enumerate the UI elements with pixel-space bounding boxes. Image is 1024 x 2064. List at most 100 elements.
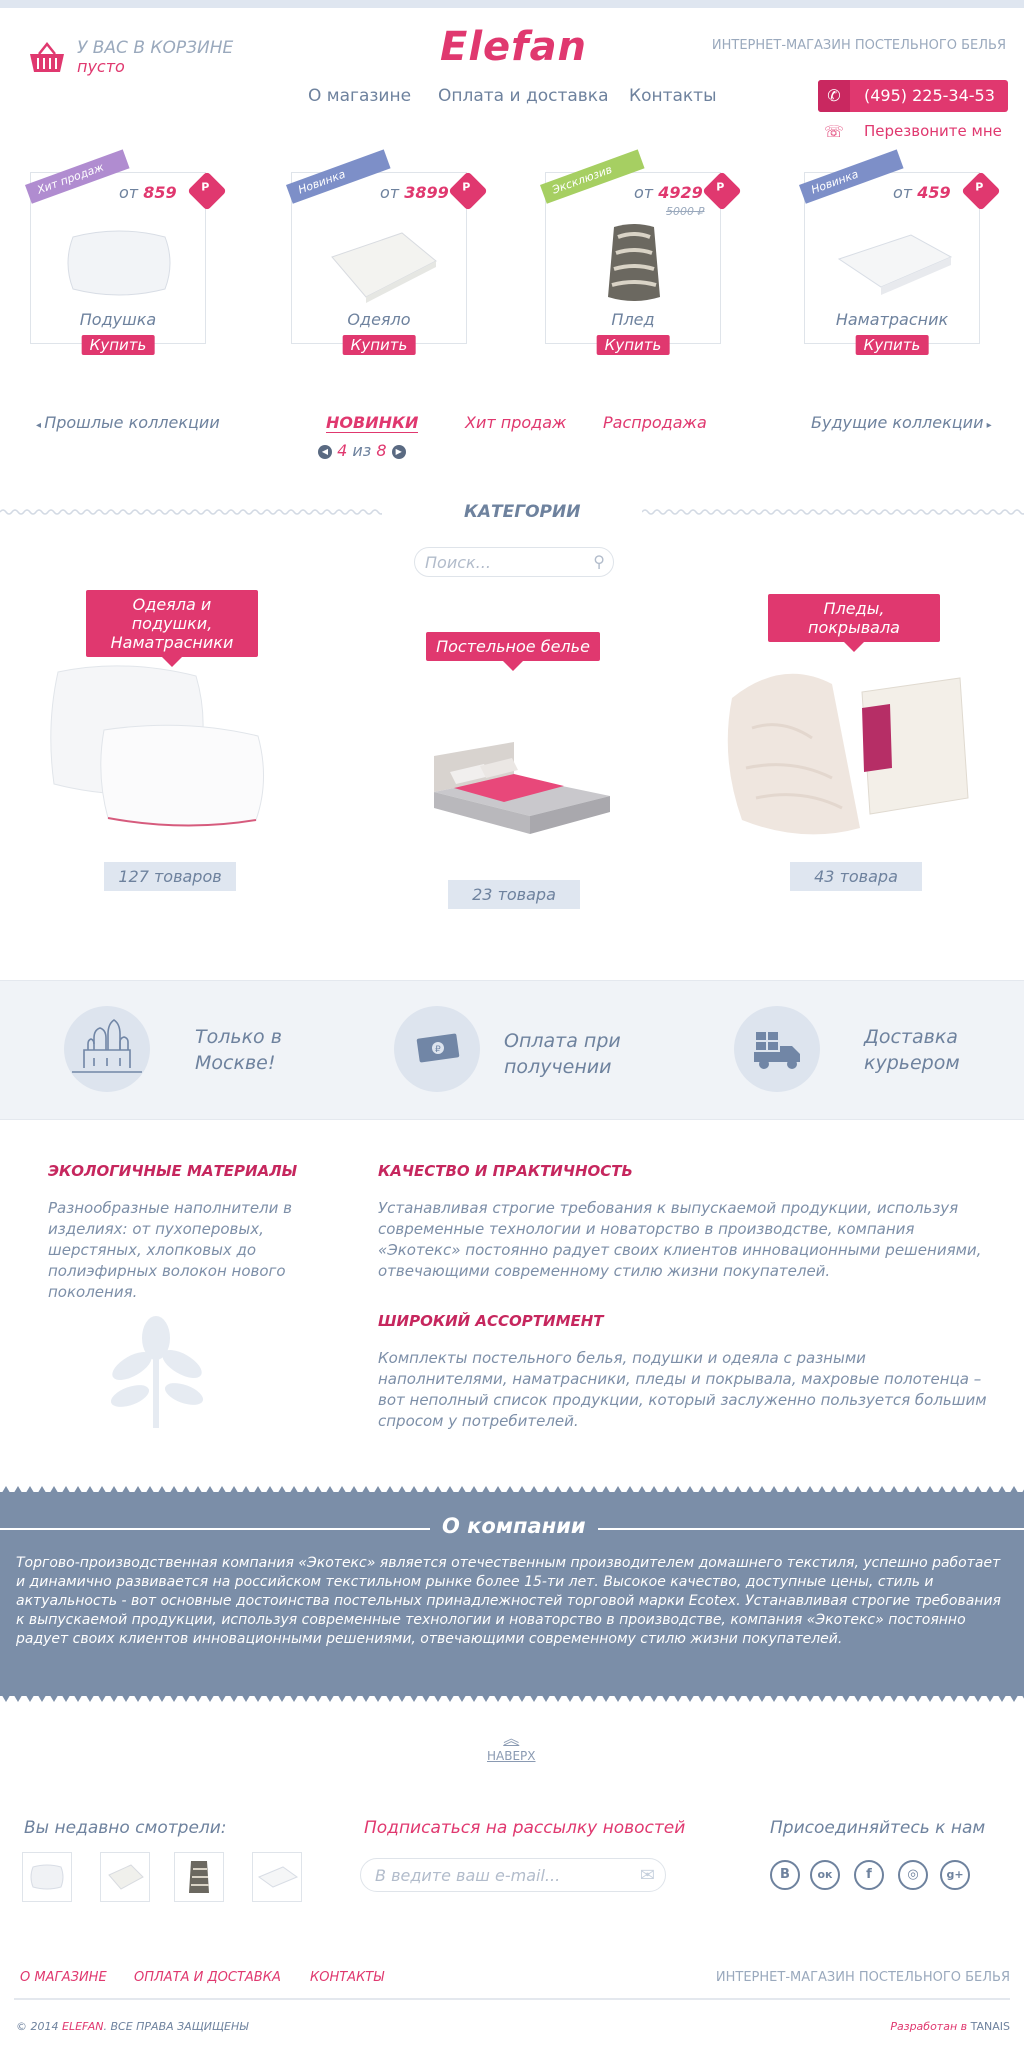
zigzag-bottom: [0, 1692, 1024, 1702]
next-collections-link[interactable]: Будущие коллекции ▸: [811, 413, 992, 432]
about-text: Торгово-производственная компания «Экоте…: [16, 1555, 1001, 1647]
buy-button[interactable]: Купить: [855, 335, 929, 355]
developer-credit[interactable]: Разработан в TANAIS: [890, 2020, 1010, 2033]
google-plus-icon[interactable]: g+: [940, 1860, 970, 1890]
category-count: 43 товара: [790, 862, 922, 891]
facebook-icon[interactable]: f: [854, 1860, 884, 1890]
product-name[interactable]: Одеяло: [292, 310, 466, 329]
quality-text: Устанавливая строгие требования к выпуск…: [378, 1199, 982, 1280]
product-price: от 4929: [634, 183, 703, 202]
subscribe-box[interactable]: ✉: [360, 1858, 666, 1892]
callback-link[interactable]: Перезвоните мне: [864, 122, 1002, 140]
tab-new[interactable]: НОВИНКИ: [326, 413, 419, 433]
category-count: 127 товаров: [104, 862, 236, 891]
svg-text:₽: ₽: [435, 1045, 441, 1055]
category-label[interactable]: Пледы, покрывала: [768, 594, 940, 652]
logo[interactable]: Elefan: [440, 24, 587, 70]
eco-title: ЭКОЛОГИЧНЫЕ МАТЕРИАЛЫ: [48, 1162, 298, 1180]
product-card[interactable]: Эксклюзив от 4929 5000 ₽ Р Плед Купить: [540, 149, 742, 355]
footer-divider: [14, 1998, 1010, 2000]
site-tagline: ИНТЕРНЕТ-МАГАЗИН ПОСТЕЛЬНОГО БЕЛЬЯ: [711, 38, 1006, 53]
pager-current: 4: [337, 441, 348, 460]
product-ribbon: Новинка: [799, 149, 904, 204]
category-label[interactable]: Постельное белье: [426, 632, 600, 671]
rouble-tag-icon: Р: [961, 171, 1001, 211]
search-icon[interactable]: ⚲: [593, 552, 605, 571]
back-to-top-link[interactable]: ︽ НАВЕРХ: [487, 1725, 536, 1763]
tab-bestsellers[interactable]: Хит продаж: [465, 413, 566, 432]
product-ribbon: Хит продаж: [25, 149, 130, 204]
product-ribbon: Эксклюзив: [540, 149, 645, 204]
basket-icon[interactable]: [28, 40, 66, 74]
recent-thumb[interactable]: [174, 1852, 224, 1902]
truck-icon: [734, 1006, 820, 1092]
buy-button[interactable]: Купить: [596, 335, 670, 355]
copyright: © 2014 ELEFAN. ВСЕ ПРАВА ЗАЩИЩЕНЫ: [16, 2020, 249, 2033]
bed-image: [434, 742, 610, 834]
recent-thumb[interactable]: [22, 1852, 72, 1902]
search-box[interactable]: ⚲: [414, 547, 614, 577]
plaids-image: [727, 673, 969, 835]
quality-title: КАЧЕСТВО И ПРАКТИЧНОСТЬ: [378, 1162, 633, 1180]
copyright-brand[interactable]: ELEFAN: [62, 2020, 103, 2033]
cart-status-label: У ВАС В КОРЗИНЕ: [77, 38, 234, 58]
about-title: О компании: [430, 1514, 598, 1538]
vk-icon[interactable]: В: [770, 1860, 800, 1890]
wavy-divider: [0, 509, 382, 515]
social-title: Присоединяйтесь к нам: [770, 1818, 986, 1838]
rouble-tag-icon: Р: [448, 171, 488, 211]
nav-contacts[interactable]: Контакты: [629, 86, 717, 106]
feature-text: Только в Москве!: [195, 1026, 282, 1074]
recent-thumb[interactable]: [252, 1852, 302, 1902]
footer-link-payment[interactable]: ОПЛАТА И ДОСТАВКА: [134, 1970, 281, 1985]
plaid-image: [608, 224, 660, 301]
eco-text: Разнообразные наполнители в изделиях: от…: [48, 1199, 292, 1301]
categories-title: КАТЕГОРИИ: [464, 502, 581, 522]
search-input[interactable]: [425, 552, 585, 572]
nav-payment-delivery[interactable]: Оплата и доставка: [438, 86, 608, 106]
subscribe-title: Подписаться на рассылку новостей: [364, 1818, 686, 1838]
footer-tagline: ИНТЕРНЕТ-МАГАЗИН ПОСТЕЛЬНОГО БЕЛЬЯ: [715, 1970, 1010, 1985]
feature-text: Доставка курьером: [864, 1026, 960, 1074]
product-name[interactable]: Плед: [546, 310, 720, 329]
odnoklassniki-icon[interactable]: ок: [810, 1860, 840, 1890]
prev-collections-link[interactable]: ◂ Прошлые коллекции: [36, 413, 220, 432]
phone-box[interactable]: ✆ (495) 225-34-53: [818, 80, 1008, 112]
instagram-icon[interactable]: ◎: [898, 1860, 928, 1890]
buy-button[interactable]: Купить: [81, 335, 155, 355]
footer-link-about[interactable]: О МАГАЗИНЕ: [20, 1970, 107, 1985]
category-count: 23 товара: [448, 880, 580, 909]
chevron-left-icon: ◂: [36, 420, 45, 431]
kremlin-icon: [64, 1006, 150, 1092]
pager: ◀ 4 из 8 ▶: [318, 441, 406, 460]
envelope-icon[interactable]: ✉: [640, 1865, 655, 1886]
buy-button[interactable]: Купить: [342, 335, 416, 355]
rouble-tag-icon: Р: [702, 171, 742, 211]
tree-icon: [110, 1316, 204, 1428]
feature-text: Оплата при получении: [504, 1030, 621, 1078]
pager-prev-icon[interactable]: ◀: [318, 444, 332, 459]
pager-next-icon[interactable]: ▶: [391, 444, 406, 459]
product-card[interactable]: Хит продаж от 859 Р Подушка Купить: [25, 149, 227, 355]
wavy-divider: [642, 509, 1024, 515]
email-input[interactable]: [375, 1865, 615, 1885]
product-price: от 459: [893, 183, 951, 202]
tab-sale[interactable]: Распродажа: [603, 413, 707, 432]
cart-status-value[interactable]: пусто: [77, 57, 125, 76]
product-card[interactable]: Новинка от 3899 Р Одеяло Купить: [286, 149, 488, 355]
pillow-image: [67, 230, 171, 296]
nav-about[interactable]: О магазине: [308, 86, 411, 106]
product-name[interactable]: Наматрасник: [805, 310, 979, 329]
footer-link-contacts[interactable]: КОНТАКТЫ: [310, 1970, 384, 1985]
category-label[interactable]: Одеяла и подушки, Наматрасники: [86, 590, 258, 667]
phone-number[interactable]: (495) 225-34-53: [864, 86, 995, 105]
blanket-image: [331, 232, 437, 303]
money-icon: ₽: [394, 1006, 480, 1092]
recent-title: Вы недавно смотрели:: [24, 1818, 227, 1838]
rouble-tag-icon: Р: [187, 171, 227, 211]
pager-sep: из: [352, 441, 372, 460]
product-name[interactable]: Подушка: [31, 310, 205, 329]
product-card[interactable]: Новинка от 459 Р Наматрасник Купить: [799, 149, 1001, 355]
recent-thumb[interactable]: [100, 1852, 150, 1902]
range-title: ШИРОКИЙ АССОРТИМЕНТ: [378, 1312, 604, 1330]
